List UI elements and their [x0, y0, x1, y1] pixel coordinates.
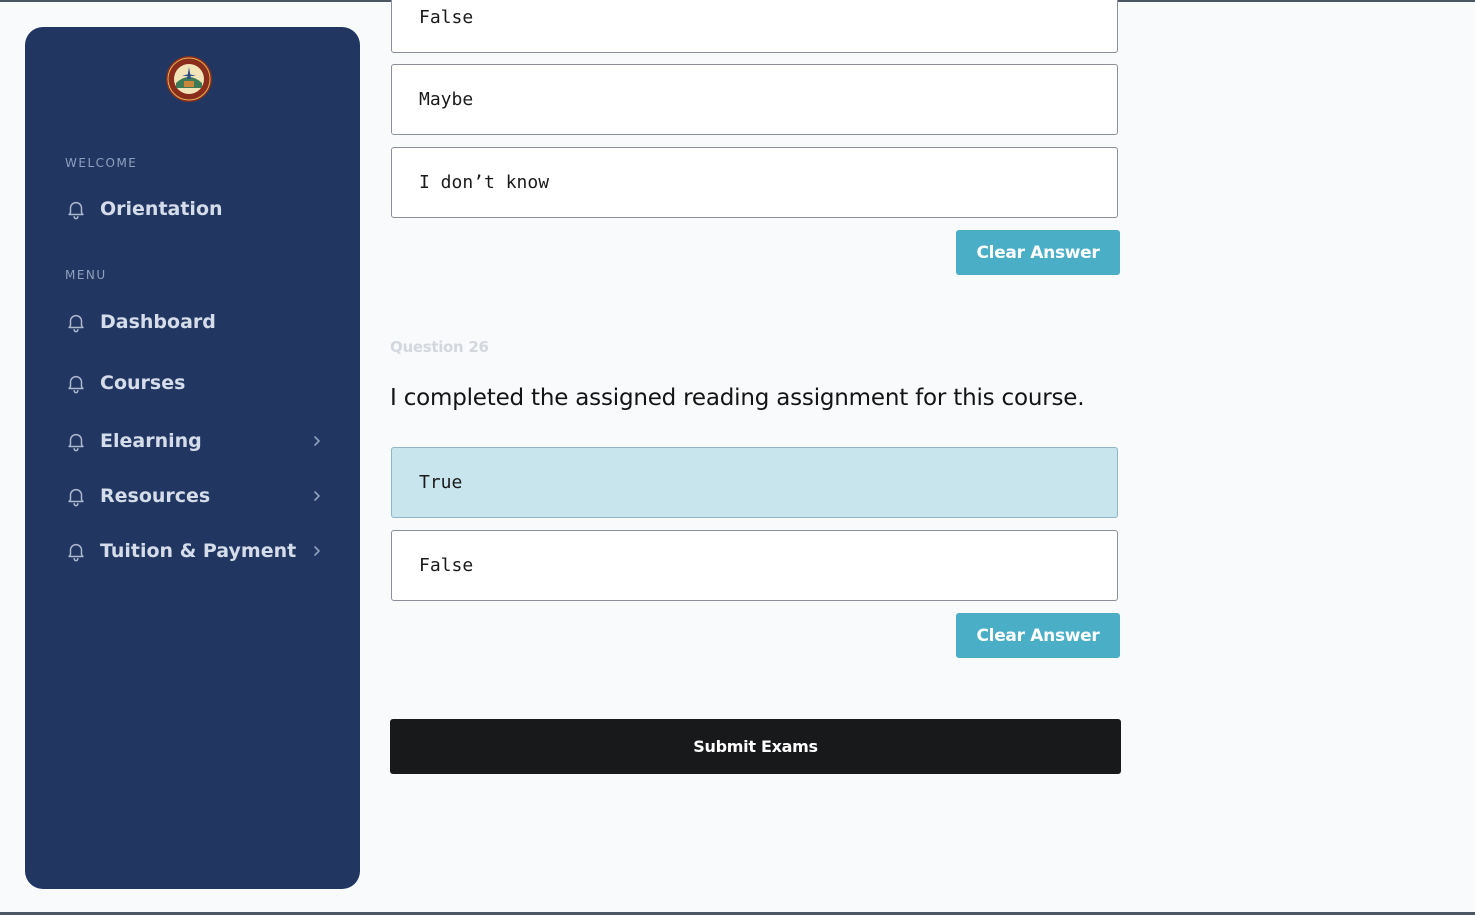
- chevron-right-icon: [314, 546, 320, 556]
- sidebar-item-tuition-payment[interactable]: Tuition & Payment: [65, 535, 325, 567]
- clear-answer-button[interactable]: Clear Answer: [956, 230, 1120, 275]
- sidebar-item-orientation[interactable]: Orientation: [65, 193, 325, 225]
- answer-option-true[interactable]: True: [391, 447, 1118, 518]
- question-number: Question 26: [390, 338, 489, 356]
- bell-icon: [68, 543, 84, 562]
- bell-icon: [68, 314, 84, 333]
- chevron-right-icon: [314, 436, 320, 446]
- clear-answer-button[interactable]: Clear Answer: [956, 613, 1120, 658]
- submit-exams-button[interactable]: Submit Exams: [390, 719, 1121, 774]
- sidebar-item-label: Courses: [100, 372, 186, 394]
- answer-option-dont-know[interactable]: I don’t know: [391, 147, 1118, 218]
- sidebar-item-courses[interactable]: Courses: [65, 367, 325, 399]
- question-text: I completed the assigned reading assignm…: [390, 385, 1085, 411]
- sidebar-item-elearning[interactable]: Elearning: [65, 425, 325, 457]
- bell-icon: [68, 488, 84, 507]
- answer-option-false[interactable]: False: [391, 0, 1118, 53]
- sidebar: WELCOME Orientation MENU Dashboard Cours…: [25, 27, 360, 889]
- sidebar-item-label: Orientation: [100, 198, 223, 220]
- bell-icon: [68, 433, 84, 452]
- sidebar-item-label: Resources: [100, 485, 211, 507]
- sidebar-item-resources[interactable]: Resources: [65, 480, 325, 512]
- welcome-section-label: WELCOME: [65, 156, 138, 170]
- menu-section-label: MENU: [65, 268, 107, 282]
- answer-option-false[interactable]: False: [391, 530, 1118, 601]
- school-seal-logo: [166, 56, 212, 102]
- bell-icon: [68, 375, 84, 394]
- answer-option-maybe[interactable]: Maybe: [391, 64, 1118, 135]
- bell-icon: [68, 201, 84, 220]
- sidebar-item-label: Dashboard: [100, 311, 216, 333]
- sidebar-item-label: Elearning: [100, 430, 202, 452]
- sidebar-item-dashboard[interactable]: Dashboard: [65, 306, 325, 338]
- chevron-right-icon: [314, 491, 320, 501]
- sidebar-item-label: Tuition & Payment: [100, 540, 297, 562]
